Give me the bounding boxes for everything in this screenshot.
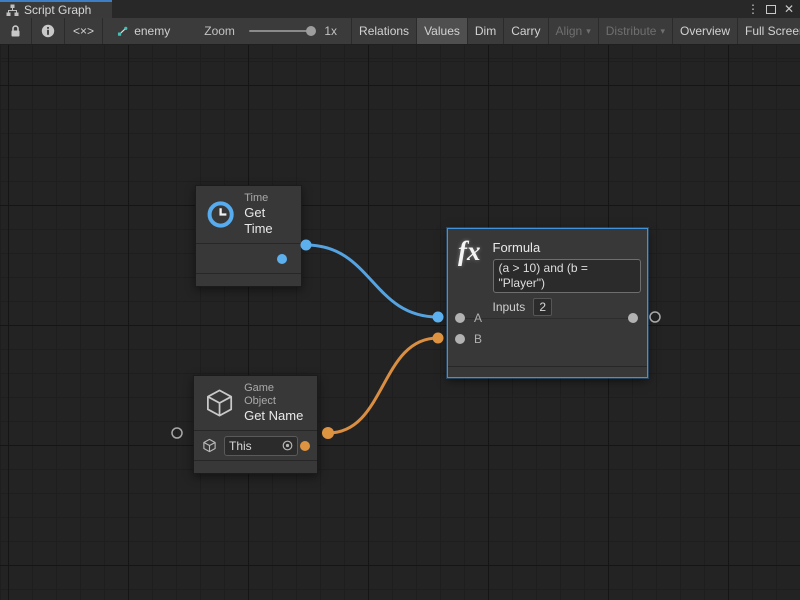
carry-label: Carry [511,24,540,38]
relations-button[interactable]: Relations [352,18,417,44]
tab-title: Script Graph [24,3,91,17]
zoom-value: 1x [324,24,337,38]
formula-output-unconnected-ring[interactable] [650,312,660,322]
graph-zoom-section: enemy Zoom 1x [103,18,352,44]
game-object-cube-icon [204,387,235,419]
graph-canvas[interactable]: Time Get Time Game Object Get Name [0,45,800,600]
close-icon[interactable]: ✕ [782,0,796,18]
target-object-value: This [229,439,252,453]
port-a-label: A [474,311,482,325]
window-menu-icon[interactable]: ⋮ [746,0,760,18]
info-button[interactable] [32,18,65,44]
dim-label: Dim [475,24,496,38]
node-title: Get Time [244,205,291,237]
node-category: Time [244,192,291,205]
get-name-body: This [194,431,317,461]
title-bar: Script Graph ⋮ ✕ [0,0,800,18]
overview-button[interactable]: Overview [673,18,738,44]
object-picker-icon[interactable] [282,440,293,451]
get-time-footer [196,274,301,286]
formula-fx-icon: fx [458,237,481,316]
cube-port-icon [202,438,217,453]
values-label: Values [424,24,460,38]
zoom-slider[interactable] [249,30,314,32]
carry-button[interactable]: Carry [504,18,548,44]
formula-input-port-b[interactable] [455,334,465,344]
get-time-body [196,244,301,274]
distribute-dropdown[interactable]: Distribute ▾ [599,18,673,44]
script-graph-window: Script Graph ⋮ ✕ <×> [0,0,800,600]
port-b-label: B [474,332,482,346]
overview-label: Overview [680,24,730,38]
relations-label: Relations [359,24,409,38]
getname-input-unconnected-ring[interactable] [172,428,182,438]
get-name-footer [194,461,317,473]
graph-hierarchy-icon [6,4,19,17]
code-view-toggle[interactable]: <×> [65,18,103,44]
formula-header: fx Formula (a > 10) and (b = "Player") I… [458,237,641,316]
formula-output-port[interactable] [628,313,638,323]
clock-icon [206,198,235,231]
get-time-output-port[interactable] [277,254,287,264]
graph-toolbar: <×> enemy Zoom 1x Relations Values Dim C… [0,18,800,45]
dim-button[interactable]: Dim [468,18,504,44]
connection-wires [0,45,800,600]
relation-line [465,318,633,319]
zoom-slider-handle[interactable] [306,26,316,36]
chevron-down-icon: ▾ [660,26,665,37]
chevron-down-icon: ▾ [586,26,591,37]
node-title: Formula [493,240,641,255]
wire-endpoint-dot[interactable] [301,240,312,251]
node-get-name[interactable]: Game Object Get Name This [193,375,318,474]
window-controls: ⋮ ✕ [746,0,796,18]
node-formula[interactable]: fx Formula (a > 10) and (b = "Player") I… [447,228,648,378]
maximize-icon[interactable] [766,5,776,14]
values-button[interactable]: Values [417,18,468,44]
tab-script-graph[interactable]: Script Graph [0,0,112,18]
inputs-count-field[interactable]: 2 [533,298,552,316]
align-label: Align [556,24,583,38]
fullscreen-label: Full Screen [745,24,800,38]
fullscreen-button[interactable]: Full Screen [738,18,800,44]
formula-input-port-a[interactable] [455,313,465,323]
distribute-label: Distribute [606,24,657,38]
inputs-label: Inputs [493,300,526,314]
script-graph-asset-icon [117,25,128,38]
wire-getname-to-formula-b[interactable] [328,338,438,433]
code-view-icon: <×> [73,24,94,38]
get-time-header: Time Get Time [196,186,301,244]
wire-endpoint-dot[interactable] [322,427,334,439]
align-dropdown[interactable]: Align ▾ [549,18,599,44]
target-object-field[interactable]: This [224,436,298,456]
wire-endpoint-dot[interactable] [433,312,444,323]
wire-endpoint-dot[interactable] [433,333,444,344]
node-get-time[interactable]: Time Get Time [195,185,302,287]
get-name-header: Game Object Get Name [194,376,317,431]
get-name-output-port[interactable] [300,441,310,451]
node-title: Get Name [244,408,307,424]
formula-footer [448,366,647,377]
lock-icon [9,24,22,38]
node-category: Game Object [244,382,307,408]
graph-name-label[interactable]: enemy [134,24,170,38]
lock-button[interactable] [0,18,32,44]
zoom-label: Zoom [204,24,235,38]
wire-gettime-to-formula-a[interactable] [306,245,438,317]
info-icon [41,24,55,38]
formula-expression-input[interactable]: (a > 10) and (b = "Player") [493,259,641,293]
